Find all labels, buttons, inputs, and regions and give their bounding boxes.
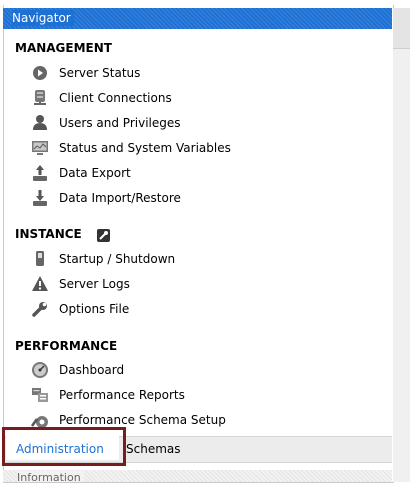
nav-item-server-logs[interactable]: Server Logs <box>30 273 330 295</box>
navigator-header: Navigator <box>3 8 392 29</box>
client-connections-icon <box>30 88 50 108</box>
monitor-icon <box>30 138 50 158</box>
nav-item-data-import-restore[interactable]: Data Import/Restore <box>30 187 330 209</box>
nav-item-data-export[interactable]: Data Export <box>30 162 330 184</box>
power-switch-icon <box>30 249 50 269</box>
navigator-title: Navigator <box>12 10 74 26</box>
data-export-icon <box>30 163 50 183</box>
dashboard-icon <box>30 360 50 380</box>
nav-item-status-and-system-variables[interactable]: Status and System Variables <box>30 137 330 159</box>
nav-item-startup-shutdown[interactable]: Startup / Shutdown <box>30 248 330 270</box>
nav-item-dashboard[interactable]: Dashboard <box>30 359 330 381</box>
wrench-icon <box>30 299 50 319</box>
data-import-icon <box>30 188 50 208</box>
highlight-annotation-box <box>2 427 126 466</box>
performance-section-title: PERFORMANCE <box>15 339 118 353</box>
editor-area-edge <box>393 8 410 482</box>
nav-item-options-file[interactable]: Options File <box>30 298 330 320</box>
nav-item-users-and-privileges[interactable]: Users and Privileges <box>30 112 330 134</box>
reports-icon <box>30 385 50 405</box>
information-title: Information <box>17 471 84 482</box>
server-status-icon <box>30 63 50 83</box>
nav-item-performance-reports[interactable]: Performance Reports <box>30 384 330 406</box>
nav-item-client-connections[interactable]: Client Connections <box>30 87 330 109</box>
instance-section-title: INSTANCE <box>15 227 82 241</box>
nav-item-server-status[interactable]: Server Status <box>30 62 330 84</box>
warning-icon <box>30 274 50 294</box>
instance-wrench-icon[interactable] <box>97 227 110 242</box>
information-panel-header: Information <box>3 470 392 482</box>
tab-schemas[interactable]: Schemas <box>126 441 181 457</box>
management-section-title: MANAGEMENT <box>15 41 112 55</box>
user-icon <box>30 113 50 133</box>
